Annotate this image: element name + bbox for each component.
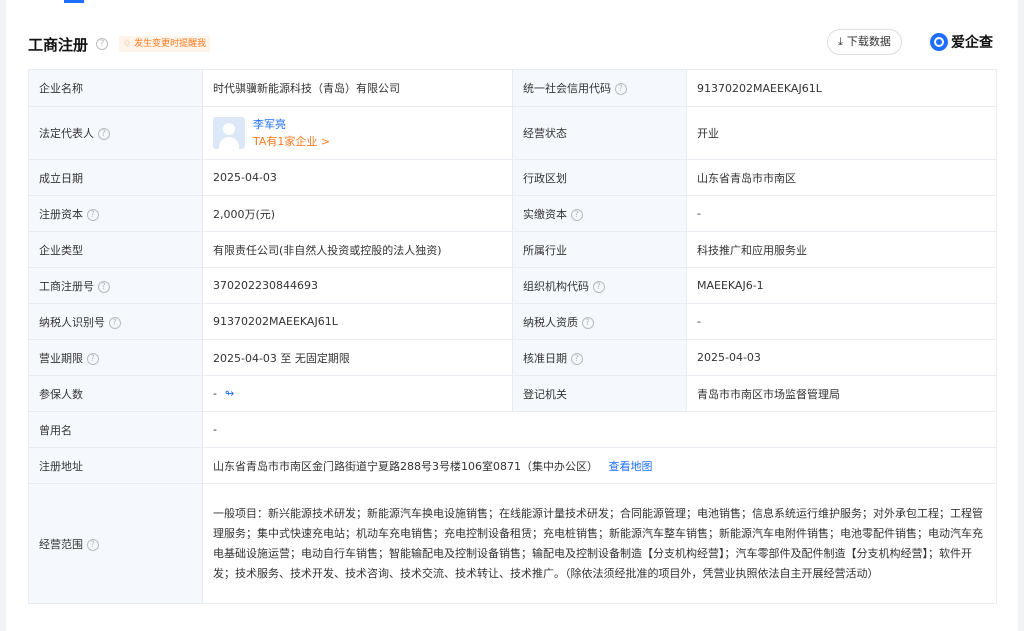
label-text: 实缴资本 (523, 207, 567, 221)
label-credit-code: 统一社会信用代码 ? (512, 69, 687, 107)
insured-value: - (213, 387, 217, 400)
label-reg-authority: 登记机关 (512, 375, 687, 412)
table-row: 经营范围 ? 一般项目：新兴能源技术研发；新能源汽车换电设施销售；在线能源计量技… (28, 483, 997, 604)
help-icon[interactable]: ? (570, 208, 583, 221)
label-former-name: 曾用名 (28, 411, 203, 448)
label-text: 营业期限 (39, 351, 83, 365)
table-row: 曾用名 - (28, 411, 997, 448)
value-reg-capital: 2,000万(元) (202, 195, 513, 232)
value-business-scope: 一般项目：新兴能源技术研发；新能源汽车换电设施销售；在线能源计量技术研发；合同能… (202, 483, 997, 604)
value-company-name: 时代骐骥新能源科技（青岛）有限公司 (202, 69, 513, 107)
value-insured: - ↬ (202, 375, 513, 412)
help-icon[interactable]: ? (96, 38, 108, 50)
registration-table: 企业名称 时代骐骥新能源科技（青岛）有限公司 统一社会信用代码 ? 913702… (28, 69, 997, 604)
help-icon[interactable]: ? (97, 280, 110, 293)
value-reg-number: 370202230844693 (202, 267, 513, 304)
label-text: 核准日期 (523, 351, 567, 365)
label-paid-capital: 实缴资本 ? (512, 195, 687, 232)
label-region: 行政区划 (512, 159, 687, 196)
label-text: 法定代表人 (39, 127, 94, 140)
value-taxpayer-id: 91370202MAEEKAJ61L (202, 303, 513, 340)
label-text: 注册资本 (39, 207, 83, 221)
aiqicha-logo: 爱企查 (930, 31, 993, 53)
table-row: 营业期限 ? 2025-04-03 至 无固定期限 核准日期 ? 2025-04… (28, 339, 997, 376)
business-registration-panel: 工商注册 ? ♢ 发生变更时提醒我 ⤓ 下载数据 爱企查 企业名称 时代骐骥新能源科… (6, 0, 1018, 631)
address-text: 山东省青岛市市南区金门路街道宁夏路288号3号楼106室0871（集中办公区） (213, 459, 598, 473)
label-business-scope: 经营范围 ? (28, 483, 203, 604)
legal-rep-companies-link[interactable]: TA有1家企业 > (253, 135, 330, 148)
label-industry: 所属行业 (512, 231, 687, 268)
value-reg-authority: 青岛市市南区市场监督管理局 (686, 375, 997, 412)
value-business-term: 2025-04-03 至 无固定期限 (202, 339, 513, 376)
table-row: 参保人数 - ↬ 登记机关 青岛市市南区市场监督管理局 (28, 375, 997, 412)
table-row: 企业类型 有限责任公司(非自然人投资或控股的法人独资) 所属行业 科技推广和应用… (28, 231, 997, 268)
label-text: 纳税人识别号 (39, 315, 105, 329)
label-text: 工商注册号 (39, 279, 94, 293)
download-data-button[interactable]: ⤓ 下载数据 (827, 29, 902, 55)
help-icon[interactable]: ? (108, 316, 121, 329)
label-approval-date: 核准日期 ? (512, 339, 687, 376)
help-icon[interactable]: ? (86, 352, 99, 365)
help-icon[interactable]: ? (570, 352, 583, 365)
table-row: 企业名称 时代骐骥新能源科技（青岛）有限公司 统一社会信用代码 ? 913702… (28, 69, 997, 107)
help-icon[interactable]: ? (581, 316, 594, 329)
value-paid-capital: - (686, 195, 997, 232)
value-industry: 科技推广和应用服务业 (686, 231, 997, 268)
help-icon[interactable]: ? (592, 280, 605, 293)
label-reg-number: 工商注册号 ? (28, 267, 203, 304)
label-company-name: 企业名称 (28, 69, 203, 107)
label-text: 组织机构代码 (523, 279, 589, 293)
label-taxpayer-id: 纳税人识别号 ? (28, 303, 203, 340)
logo-mark-icon (930, 33, 948, 51)
section-header: 工商注册 ? ♢ 发生变更时提醒我 ⤓ 下载数据 爱企查 (6, 24, 1018, 64)
table-row: 纳税人识别号 ? 91370202MAEEKAJ61L 纳税人资质 ? - (28, 303, 997, 340)
value-org-code: MAEEKAJ6-1 (686, 267, 997, 304)
label-org-code: 组织机构代码 ? (512, 267, 687, 304)
notify-change-button[interactable]: ♢ 发生变更时提醒我 (119, 36, 211, 52)
value-status: 开业 (686, 106, 997, 160)
value-company-type: 有限责任公司(非自然人投资或控股的法人独资) (202, 231, 513, 268)
label-reg-capital: 注册资本 ? (28, 195, 203, 232)
table-row: 成立日期 2025-04-03 行政区划 山东省青岛市市南区 (28, 159, 997, 196)
table-row: 注册资本 ? 2,000万(元) 实缴资本 ? - (28, 195, 997, 232)
value-established: 2025-04-03 (202, 159, 513, 196)
label-reg-address: 注册地址 (28, 447, 203, 484)
help-icon[interactable]: ? (614, 83, 627, 95)
label-text: 统一社会信用代码 (523, 82, 611, 95)
value-region: 山东省青岛市市南区 (686, 159, 997, 196)
label-text: 经营范围 (39, 537, 83, 551)
help-icon[interactable]: ? (86, 208, 99, 221)
value-former-name: - (202, 411, 997, 448)
download-icon: ⤓ (838, 35, 843, 48)
label-legal-rep: 法定代表人 ? (28, 106, 203, 160)
trend-chart-icon[interactable]: ↬ (225, 387, 234, 400)
value-reg-address: 山东省青岛市市南区金门路街道宁夏路288号3号楼106室0871（集中办公区） … (202, 447, 997, 484)
table-row: 法定代表人 ? 李军亮 TA有1家企业 > 经营状态 开业 (28, 106, 997, 160)
label-business-term: 营业期限 ? (28, 339, 203, 376)
notify-label: 发生变更时提醒我 (134, 39, 207, 49)
download-label: 下载数据 (846, 35, 891, 48)
table-row: 注册地址 山东省青岛市市南区金门路街道宁夏路288号3号楼106室0871（集中… (28, 447, 997, 484)
label-taxpayer-qual: 纳税人资质 ? (512, 303, 687, 340)
value-taxpayer-qual: - (686, 303, 997, 340)
help-icon[interactable]: ? (97, 128, 110, 140)
section-title: 工商注册 (28, 36, 89, 54)
label-company-type: 企业类型 (28, 231, 203, 268)
label-established: 成立日期 (28, 159, 203, 196)
label-status: 经营状态 (512, 106, 687, 160)
logo-text: 爱企查 (951, 35, 993, 51)
view-map-link[interactable]: 查看地图 (608, 460, 652, 473)
help-icon[interactable]: ? (86, 538, 99, 551)
table-row: 工商注册号 ? 370202230844693 组织机构代码 ? MAEEKAJ… (28, 267, 997, 304)
value-legal-rep: 李军亮 TA有1家企业 > (202, 106, 513, 160)
active-tab-indicator (64, 0, 84, 3)
value-credit-code: 91370202MAEEKAJ61L (686, 69, 997, 107)
avatar-icon[interactable] (213, 117, 245, 149)
label-insured: 参保人数 (28, 375, 203, 412)
legal-rep-name-link[interactable]: 李军亮 (253, 118, 286, 131)
value-approval-date: 2025-04-03 (686, 339, 997, 376)
label-text: 纳税人资质 (523, 315, 578, 329)
bell-icon: ♢ (123, 39, 132, 49)
